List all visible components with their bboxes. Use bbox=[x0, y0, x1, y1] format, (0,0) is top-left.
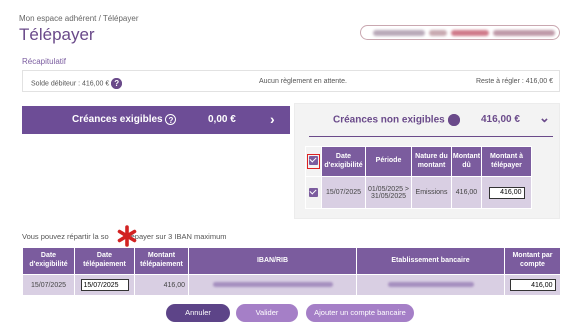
creances-exigibles-amount: 0,00 € bbox=[208, 114, 236, 125]
help-icon[interactable]: ? bbox=[111, 78, 123, 89]
chevron-down-icon[interactable]: ⌄ bbox=[539, 110, 550, 126]
creances-non-exigibles-toggle[interactable]: Créances non exigibles ? 416,00 € ⌄ bbox=[295, 104, 561, 136]
cell-date-exigibilite: 15/07/2025 bbox=[22, 274, 75, 296]
creances-non-exigibles-amount: 416,00 € bbox=[481, 114, 520, 125]
reste-a-regler: Reste à régler : 416,00 € bbox=[475, 78, 553, 85]
creances-exigibles-toggle[interactable]: Créances exigibles ? 0,00 € › bbox=[22, 106, 290, 134]
cell-date: 15/07/2025 bbox=[321, 176, 366, 209]
cell-montant-du: 416,00 bbox=[451, 176, 482, 209]
asterisk-icon bbox=[117, 225, 137, 247]
solde-debiteur: Solde débiteur : 416,00 € ? bbox=[31, 78, 123, 89]
col-montant-du: Montant dû bbox=[451, 146, 482, 177]
col-etablissement: Etablissement bancaire bbox=[356, 247, 505, 275]
table-row: 15/07/2025 01/05/2025 >31/05/2025 Emissi… bbox=[305, 176, 532, 209]
montant-telepayer-input[interactable] bbox=[488, 186, 525, 199]
select-all-cell bbox=[305, 146, 322, 177]
help-icon[interactable]: ? bbox=[165, 114, 177, 125]
cell-nature: Emissions bbox=[411, 176, 452, 209]
reglement-attente: Aucun règlement en attente. bbox=[259, 78, 347, 85]
ajouter-compte-button[interactable]: Ajouter un compte bancaire bbox=[306, 304, 414, 322]
row-checkbox[interactable] bbox=[309, 188, 318, 197]
col-montant-telepaiement: Montant télépaiement bbox=[134, 247, 189, 275]
checkbox-checked-icon bbox=[309, 156, 318, 166]
cell-montant-telepayer bbox=[481, 176, 532, 209]
creances-exigibles-label: Créances exigibles ? bbox=[72, 114, 177, 125]
cell-periode: 01/05/2025 >31/05/2025 bbox=[365, 176, 412, 209]
col-montant-par-compte: Montant par compte bbox=[504, 247, 561, 275]
cell-etablissement bbox=[356, 274, 505, 296]
help-icon[interactable]: ? bbox=[447, 114, 460, 126]
col-nature: Nature du montant bbox=[411, 146, 452, 177]
col-montant-telepayer: Montant à télépayer bbox=[481, 146, 532, 177]
cell-montant: 416,00 bbox=[134, 274, 189, 296]
recap-title: Récapitulatif bbox=[22, 57, 67, 66]
divider bbox=[309, 136, 553, 137]
table-row: 15/07/2025 416,00 bbox=[22, 274, 561, 296]
creances-non-exigibles-table: Date d'exigibilité Période Nature du monta… bbox=[305, 146, 532, 209]
annuler-button[interactable]: Annuler bbox=[166, 304, 230, 322]
chevron-right-icon[interactable]: › bbox=[270, 111, 275, 127]
page-title: Télépayer bbox=[19, 25, 95, 44]
col-iban: IBAN/RIB bbox=[188, 247, 357, 275]
creances-non-exigibles-label: Créances non exigibles ? bbox=[333, 114, 460, 126]
col-date-telepaiement: Date télépaiement bbox=[74, 247, 135, 275]
cell-date-telepaiement bbox=[74, 274, 135, 296]
valider-button[interactable]: Valider bbox=[236, 304, 298, 322]
col-periode: Période bbox=[365, 146, 412, 177]
repartition-table: Date d'exigibilité Date télépaiement Monta… bbox=[22, 247, 561, 296]
member-identifier-pill bbox=[360, 25, 560, 40]
select-all-checkbox[interactable] bbox=[307, 154, 320, 169]
date-telepaiement-input[interactable] bbox=[80, 279, 129, 291]
recap-bar: Solde débiteur : 416,00 € ? Aucun règlem… bbox=[22, 70, 560, 92]
cell-montant-par-compte bbox=[504, 274, 561, 296]
col-date-exigibilite: Date d'exigibilité bbox=[22, 247, 75, 275]
cell-iban bbox=[188, 274, 357, 296]
col-date-exigibilite: Date d'exigibilité bbox=[321, 146, 366, 177]
montant-par-compte-input[interactable] bbox=[509, 279, 556, 291]
breadcrumb: Mon espace adhérent / Télépayer bbox=[19, 14, 139, 23]
row-checkbox-cell bbox=[305, 176, 322, 209]
